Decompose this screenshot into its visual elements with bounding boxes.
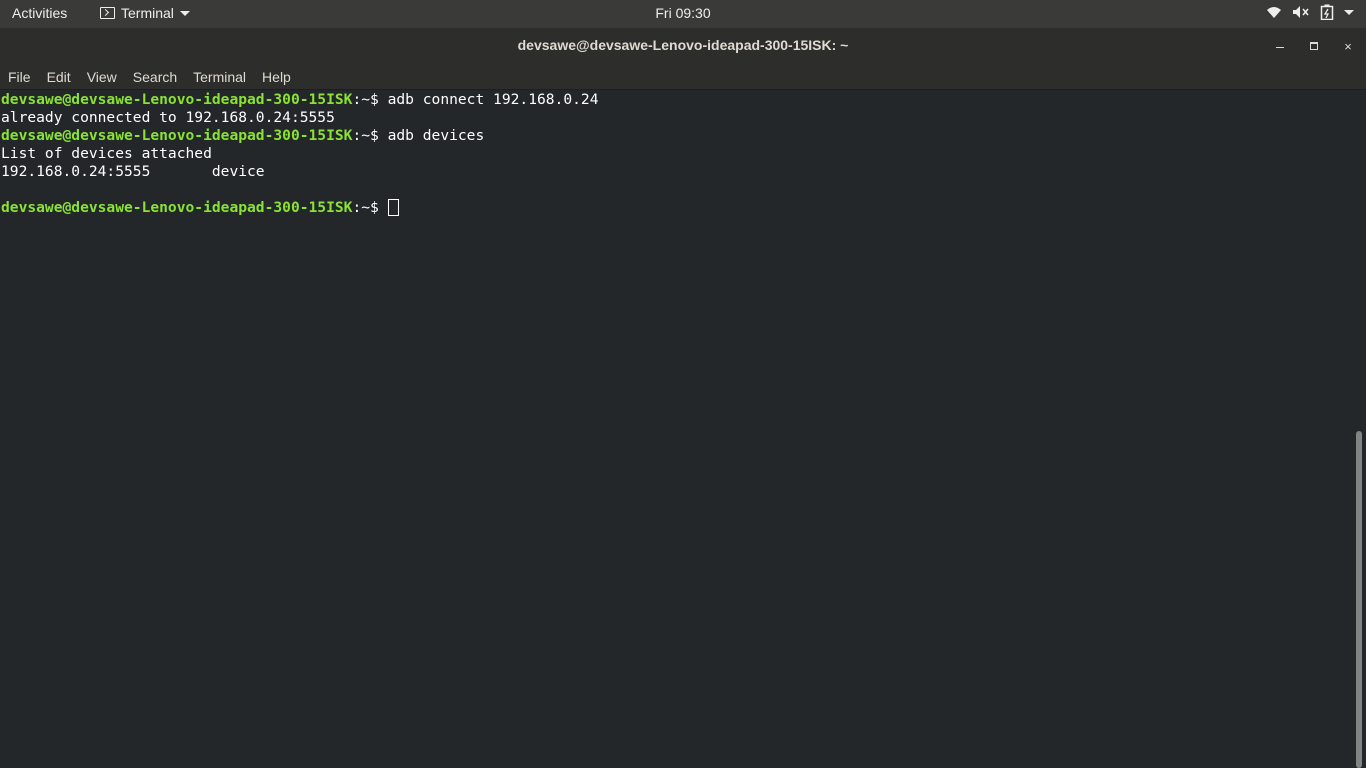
scrollbar-thumb[interactable] [1356,431,1362,768]
prompt-user: devsawe@devsawe-Lenovo-ideapad-300-15ISK [1,199,353,216]
window-title: devsawe@devsawe-Lenovo-ideapad-300-15ISK… [517,37,849,53]
menu-file[interactable]: File [0,64,39,90]
menu-view[interactable]: View [79,64,125,90]
system-tray[interactable] [1266,4,1354,20]
terminal-line: devsawe@devsawe-Lenovo-ideapad-300-15ISK… [1,199,1352,217]
command-text: adb devices [387,127,485,144]
wifi-icon[interactable] [1266,5,1282,19]
terminal-line: 192.168.0.24:5555 device [1,163,265,180]
close-button[interactable]: × [1338,36,1358,56]
prompt-user: devsawe@devsawe-Lenovo-ideapad-300-15ISK [1,127,353,144]
menu-bar: File Edit View Search Terminal Help [0,64,1366,90]
command-text: adb connect 192.168.0.24 [387,91,599,108]
terminal-line: devsawe@devsawe-Lenovo-ideapad-300-15ISK… [1,91,1352,109]
minimize-icon [1276,46,1284,49]
prompt-path: :~$ [352,127,388,144]
prompt-path: :~$ [352,91,388,108]
menu-edit[interactable]: Edit [39,64,79,90]
terminal-line: already connected to 192.168.0.24:5555 [1,109,335,126]
clock[interactable]: Fri 09:30 [655,5,710,21]
volume-muted-icon[interactable] [1292,5,1310,19]
activities-button[interactable]: Activities [12,5,67,21]
menu-help[interactable]: Help [254,64,299,90]
maximize-button[interactable] [1304,36,1324,56]
window-title-bar[interactable]: devsawe@devsawe-Lenovo-ideapad-300-15ISK… [0,28,1366,64]
close-icon: × [1344,38,1352,54]
system-menu-caret-icon[interactable] [1344,9,1354,15]
terminal-app-icon [100,7,115,19]
battery-icon[interactable] [1320,4,1334,20]
terminal-cursor[interactable] [387,199,399,216]
prompt-user: devsawe@devsawe-Lenovo-ideapad-300-15ISK [1,91,353,108]
app-menu-label: Terminal [121,5,174,21]
terminal-line: List of devices attached [1,145,212,162]
terminal-output[interactable]: devsawe@devsawe-Lenovo-ideapad-300-15ISK… [0,90,1352,768]
gnome-top-bar: Activities Terminal Fri 09:30 [0,0,1366,28]
minimize-button[interactable] [1270,36,1290,56]
menu-terminal[interactable]: Terminal [185,64,254,90]
prompt-path: :~$ [352,199,388,216]
chevron-down-icon [179,10,190,16]
terminal-line: devsawe@devsawe-Lenovo-ideapad-300-15ISK… [1,127,1352,145]
app-menu-button[interactable]: Terminal [100,5,190,21]
maximize-icon [1310,42,1318,50]
terminal-scrollbar[interactable] [1352,90,1366,768]
menu-search[interactable]: Search [125,64,185,90]
